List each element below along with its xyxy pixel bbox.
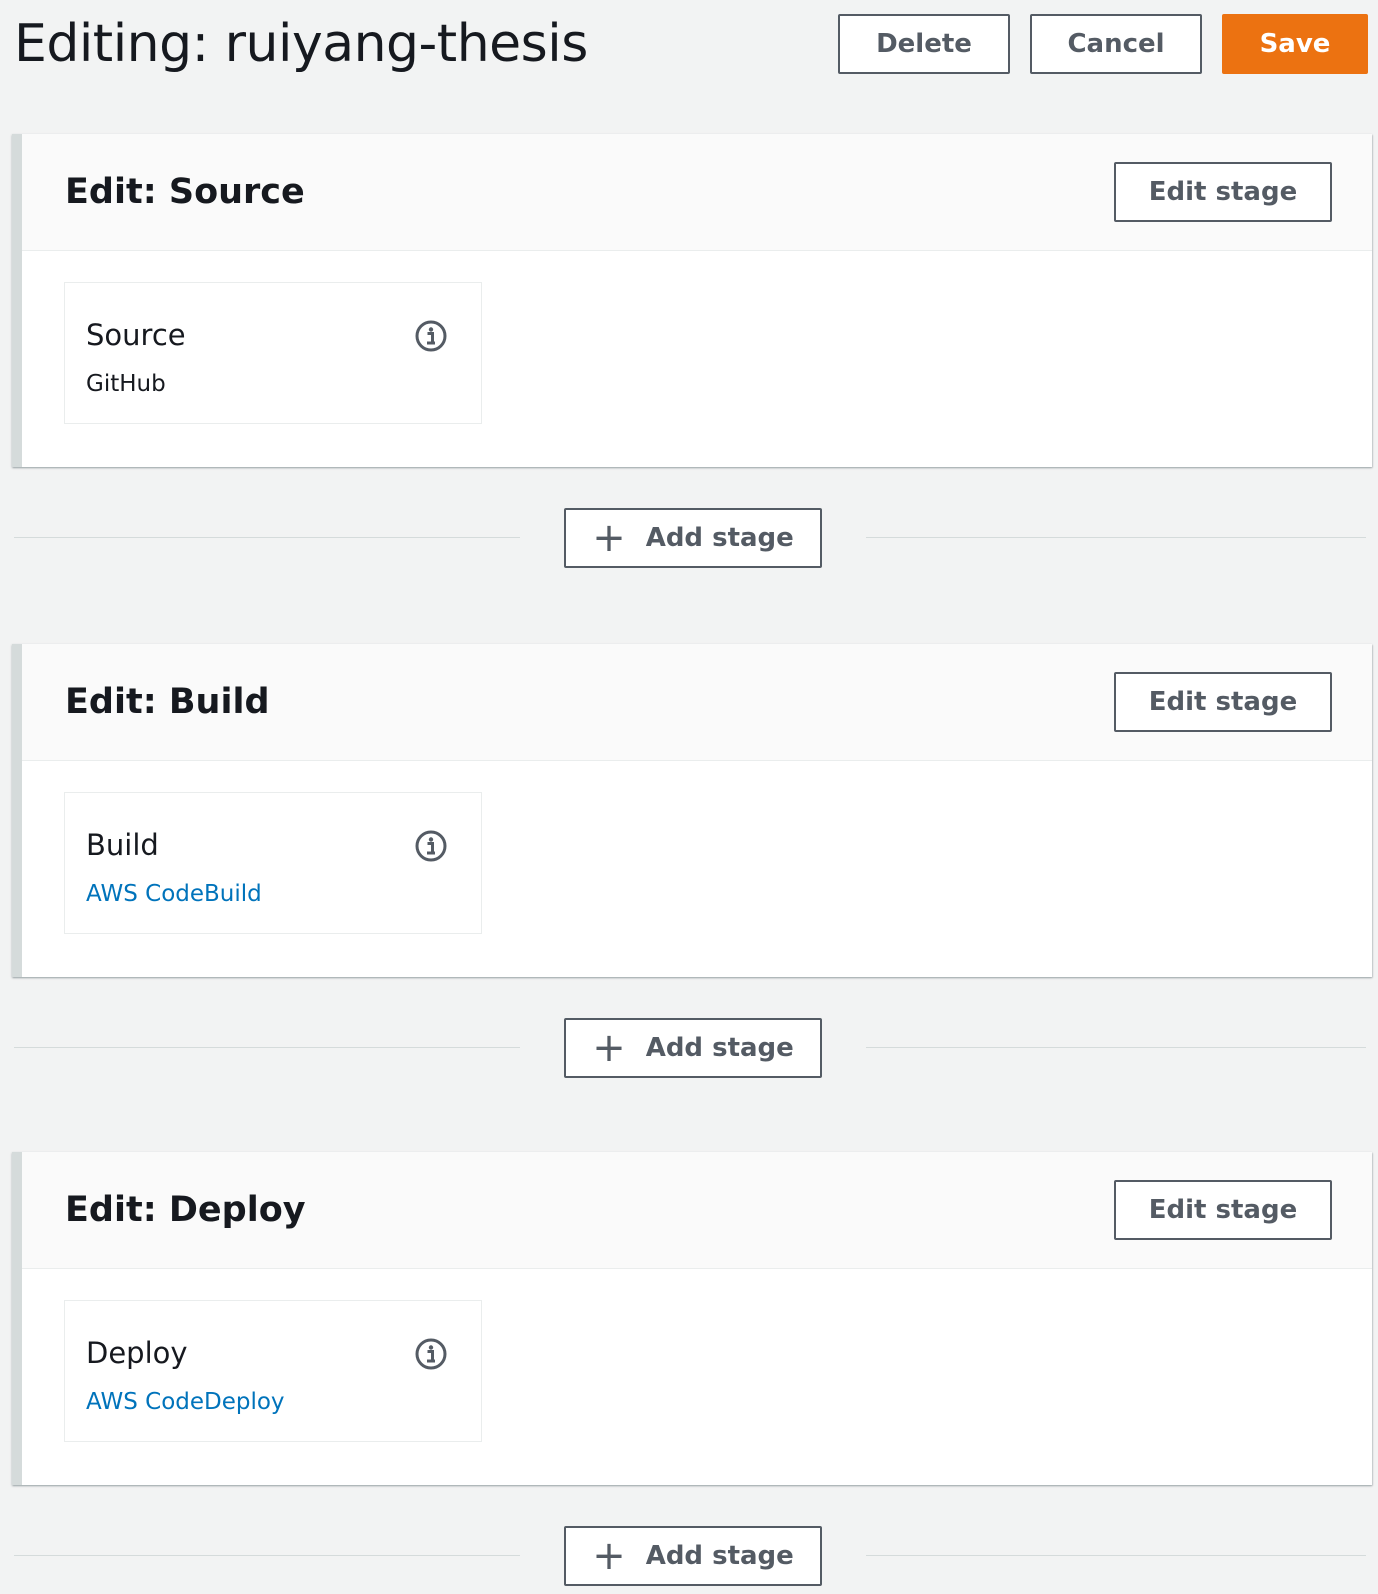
action-name: Source xyxy=(86,318,186,352)
action-card-build[interactable]: Build AWS CodeBuild xyxy=(64,792,482,934)
plus-icon: + xyxy=(592,1533,626,1579)
divider xyxy=(866,1047,1366,1048)
divider xyxy=(14,1047,520,1048)
stage-title: Edit: Deploy xyxy=(65,1190,306,1230)
stage-header: Edit: Build Edit stage xyxy=(22,644,1372,761)
cancel-button[interactable]: Cancel xyxy=(1030,14,1202,74)
add-stage-button[interactable]: + Add stage xyxy=(564,1526,822,1586)
add-stage-row: + Add stage xyxy=(0,1526,1378,1586)
divider xyxy=(866,1555,1366,1556)
add-stage-row: + Add stage xyxy=(0,1018,1378,1078)
stage-build: Edit: Build Edit stage Build AWS CodeBui… xyxy=(12,644,1372,977)
edit-stage-button[interactable]: Edit stage xyxy=(1114,1180,1332,1240)
add-stage-label: Add stage xyxy=(645,1541,794,1571)
stage-deploy: Edit: Deploy Edit stage Deploy AWS CodeD… xyxy=(12,1152,1372,1485)
action-provider-link[interactable]: AWS CodeBuild xyxy=(86,879,262,909)
add-stage-row: + Add stage xyxy=(0,508,1378,568)
divider xyxy=(14,537,520,538)
info-icon[interactable] xyxy=(414,319,448,353)
add-stage-label: Add stage xyxy=(645,1033,794,1063)
action-name: Deploy xyxy=(86,1336,188,1370)
add-stage-label: Add stage xyxy=(645,523,794,553)
action-provider-link[interactable]: AWS CodeDeploy xyxy=(86,1387,285,1417)
save-button[interactable]: Save xyxy=(1222,14,1368,74)
stage-header: Edit: Deploy Edit stage xyxy=(22,1152,1372,1269)
info-icon[interactable] xyxy=(414,829,448,863)
edit-stage-button[interactable]: Edit stage xyxy=(1114,162,1332,222)
stage-source: Edit: Source Edit stage Source GitHub xyxy=(12,134,1372,467)
plus-icon: + xyxy=(592,1025,626,1071)
action-provider: GitHub xyxy=(86,371,166,397)
info-icon[interactable] xyxy=(414,1337,448,1371)
action-card-source[interactable]: Source GitHub xyxy=(64,282,482,424)
plus-icon: + xyxy=(592,515,626,561)
stage-title: Edit: Source xyxy=(65,172,305,212)
stage-title: Edit: Build xyxy=(65,682,270,722)
edit-stage-button[interactable]: Edit stage xyxy=(1114,672,1332,732)
divider xyxy=(866,537,1366,538)
stage-header: Edit: Source Edit stage xyxy=(22,134,1372,251)
delete-button[interactable]: Delete xyxy=(838,14,1010,74)
add-stage-button[interactable]: + Add stage xyxy=(564,508,822,568)
action-card-deploy[interactable]: Deploy AWS CodeDeploy xyxy=(64,1300,482,1442)
add-stage-button[interactable]: + Add stage xyxy=(564,1018,822,1078)
divider xyxy=(14,1555,520,1556)
action-name: Build xyxy=(86,828,159,862)
page-title: Editing: ruiyang-thesis xyxy=(14,14,588,74)
